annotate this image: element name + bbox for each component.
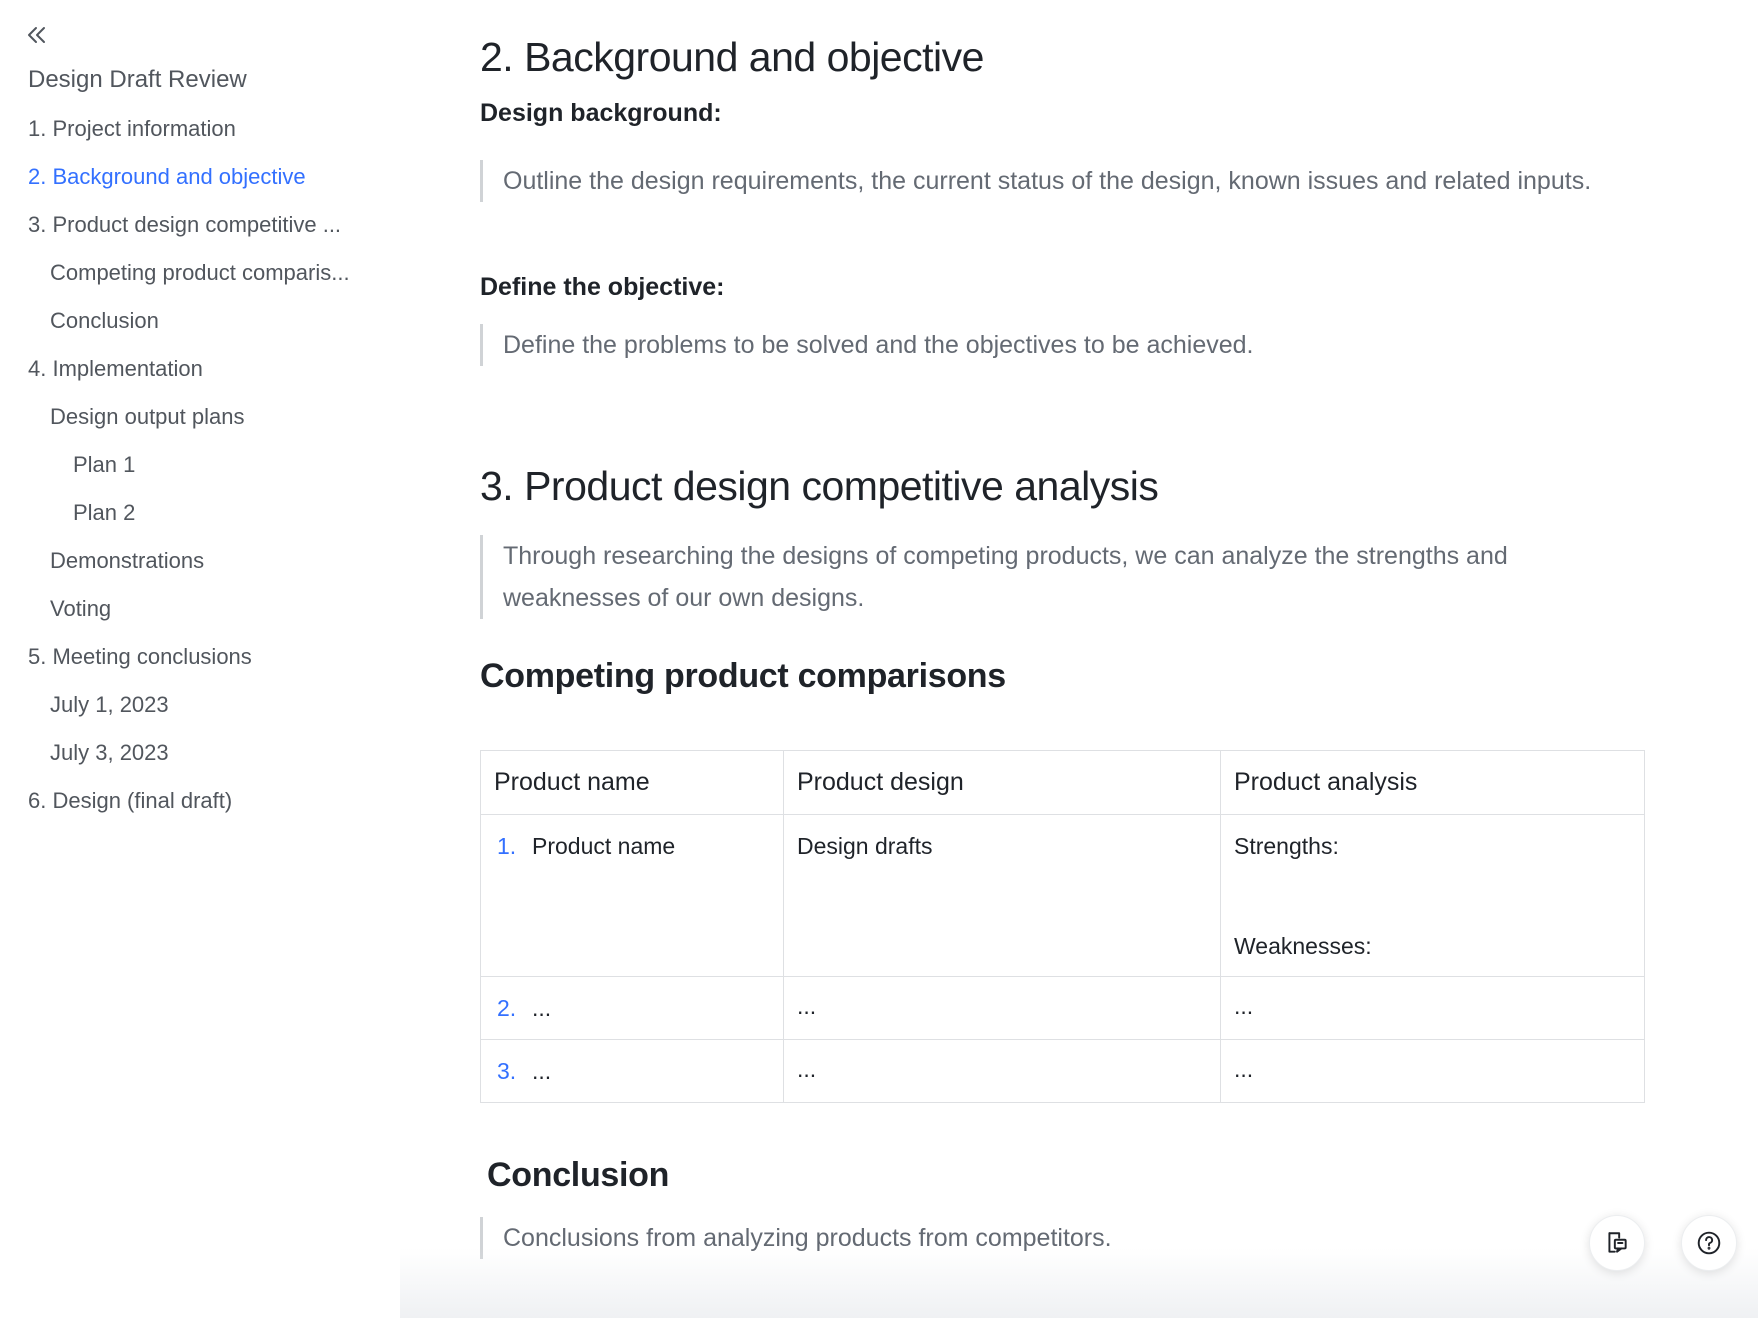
define-objective-quote: Define the problems to be solved and the…: [480, 324, 1650, 366]
toc-item[interactable]: 2. Background and objective: [0, 153, 390, 201]
comparisons-heading: Competing product comparisons: [480, 657, 1006, 695]
design-background-quote: Outline the design requirements, the cur…: [480, 160, 1650, 202]
weaknesses-text: Weaknesses:: [1234, 933, 1372, 959]
conclusion-heading: Conclusion: [487, 1156, 670, 1194]
toc-list: 1. Project information 2. Background and …: [0, 105, 400, 825]
section-heading-background: 2. Background and objective: [480, 34, 984, 80]
comparison-table: Product name Product design Product anal…: [480, 750, 1645, 1103]
table-cell[interactable]: Design drafts: [783, 814, 1221, 977]
toc-item[interactable]: 5. Meeting conclusions: [0, 633, 390, 681]
list-number: 2.: [497, 995, 517, 1021]
toc-item[interactable]: Design output plans: [0, 393, 390, 441]
product-name-text: ...: [532, 1058, 552, 1084]
table-of-contents: Design Draft Review 1. Project informati…: [0, 0, 420, 1318]
table-cell[interactable]: ...: [1220, 976, 1645, 1040]
toc-item[interactable]: Competing product comparis...: [0, 249, 390, 297]
define-objective-label: Define the objective:: [480, 273, 725, 301]
toc-item[interactable]: Plan 2: [0, 489, 390, 537]
toc-item[interactable]: 4. Implementation: [0, 345, 390, 393]
toc-item[interactable]: July 3, 2023: [0, 729, 390, 777]
toc-item[interactable]: 6. Design (final draft): [0, 777, 390, 825]
strengths-text: Strengths:: [1234, 833, 1339, 859]
table-row: 3.... ... ...: [480, 1039, 1645, 1103]
product-design-text: Design drafts: [797, 833, 933, 859]
toc-item[interactable]: 3. Product design competitive ...: [0, 201, 390, 249]
table-header-cell[interactable]: Product design: [783, 750, 1221, 815]
comments-button[interactable]: [1589, 1215, 1645, 1271]
help-button[interactable]: [1681, 1215, 1737, 1271]
toc-document-title[interactable]: Design Draft Review: [28, 66, 247, 94]
table-header-row: Product name Product design Product anal…: [480, 750, 1645, 815]
table-header-cell[interactable]: Product analysis: [1220, 750, 1645, 815]
table-cell[interactable]: ...: [783, 976, 1221, 1040]
toc-item[interactable]: 1. Project information: [0, 105, 390, 153]
comment-panel-icon: [1608, 1232, 1627, 1253]
table-cell[interactable]: 2....: [480, 976, 784, 1040]
bottom-fade: [400, 1248, 1758, 1318]
product-name-text: Product name: [532, 833, 676, 859]
toc-item[interactable]: Plan 1: [0, 441, 390, 489]
toc-item[interactable]: July 1, 2023: [0, 681, 390, 729]
collapse-sidebar-button[interactable]: [22, 20, 52, 50]
table-row: 2.... ... ...: [480, 976, 1645, 1040]
list-number: 1.: [497, 833, 517, 859]
table-cell[interactable]: 1. Product name: [480, 814, 784, 977]
competitive-analysis-intro-quote: Through researching the designs of compe…: [480, 535, 1650, 619]
product-name-text: ...: [532, 995, 552, 1021]
toc-item[interactable]: Voting: [0, 585, 390, 633]
table-cell[interactable]: ...: [1220, 1039, 1645, 1103]
toc-item[interactable]: Demonstrations: [0, 537, 390, 585]
toc-item[interactable]: Conclusion: [0, 297, 390, 345]
design-background-label: Design background:: [480, 99, 722, 127]
table-row: 1. Product name Design drafts Strengths: …: [480, 814, 1645, 977]
table-header-cell[interactable]: Product name: [480, 750, 784, 815]
help-icon: [1697, 1231, 1721, 1255]
table-cell[interactable]: Strengths: Weaknesses:: [1220, 814, 1645, 977]
double-chevron-left-icon: [28, 27, 45, 43]
table-cell[interactable]: ...: [783, 1039, 1221, 1103]
document-page: Design Draft Review 1. Project informati…: [0, 0, 1758, 1318]
table-cell[interactable]: 3....: [480, 1039, 784, 1103]
section-heading-competitive-analysis: 3. Product design competitive analysis: [480, 463, 1159, 509]
list-number: 3.: [497, 1058, 517, 1084]
